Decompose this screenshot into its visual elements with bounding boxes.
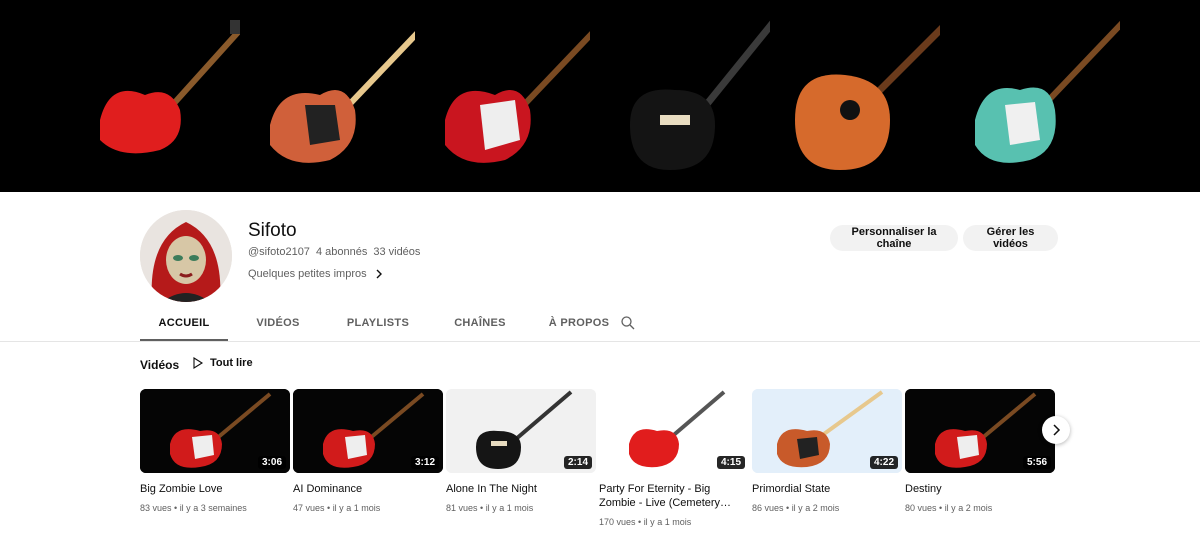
channel-name: Sifoto <box>248 220 297 241</box>
video-duration: 3:12 <box>410 456 439 469</box>
sunburst-guitar-image <box>270 31 415 163</box>
video-card[interactable]: 4:22 Primordial State 86 vues • il y a 2… <box>752 389 902 513</box>
video-views: 80 vues <box>905 503 937 513</box>
video-meta: 83 vues • il y a 3 semaines <box>140 503 247 513</box>
chevron-right-icon <box>376 269 382 279</box>
video-age: il y a 1 mois <box>643 517 692 527</box>
video-meta: 47 vues • il y a 1 mois <box>293 503 381 513</box>
next-videos-button[interactable] <box>1042 416 1070 444</box>
video-meta: 170 vues • il y a 1 mois <box>599 517 692 527</box>
video-card[interactable]: 5:56 Destiny 80 vues • il y a 2 mois <box>905 389 1055 513</box>
video-card[interactable]: 3:06 Big Zombie Love 83 vues • il y a 3 … <box>140 389 290 513</box>
channel-tabs: ACCUEIL VIDÉOS PLAYLISTS CHAÎNES À PROPO… <box>140 305 626 341</box>
video-thumbnail[interactable]: 4:15 <box>599 389 749 473</box>
red-guitar-image <box>100 20 240 154</box>
video-age: il y a 3 semaines <box>179 503 247 513</box>
video-thumbnail[interactable]: 3:12 <box>293 389 443 473</box>
tab-a-propos[interactable]: À PROPOS <box>532 305 626 341</box>
video-duration: 5:56 <box>1022 456 1051 469</box>
video-age: il y a 1 mois <box>485 503 534 513</box>
channel-handle: @sifoto2107 <box>248 246 310 258</box>
video-title[interactable]: Party For Eternity - Big Zombie - Live (… <box>599 482 749 510</box>
manage-videos-button[interactable]: Gérer les vidéos <box>963 225 1058 251</box>
channel-avatar[interactable] <box>140 210 232 302</box>
black-lespaul-image <box>630 20 770 170</box>
tab-playlists[interactable]: PLAYLISTS <box>328 305 428 341</box>
video-duration: 4:22 <box>869 456 898 469</box>
play-all-button[interactable]: Tout lire <box>192 357 253 369</box>
red-strat-image <box>445 31 590 163</box>
video-duration: 2:14 <box>563 456 592 469</box>
video-meta: 86 vues • il y a 2 mois <box>752 503 840 513</box>
video-age: il y a 1 mois <box>332 503 381 513</box>
video-meta: 81 vues • il y a 1 mois <box>446 503 534 513</box>
section-title: Vidéos <box>140 358 180 372</box>
subscriber-count: 4 abonnés <box>315 246 368 258</box>
video-card[interactable]: 4:15 Party For Eternity - Big Zombie - L… <box>599 389 749 527</box>
customize-channel-button[interactable]: Personnaliser la chaîne <box>830 225 958 251</box>
tabs-divider <box>0 341 1200 342</box>
video-views: 83 vues <box>140 503 172 513</box>
teal-guitar-image <box>975 20 1120 163</box>
video-thumbnail[interactable]: 4:22 <box>752 389 902 473</box>
video-title[interactable]: Big Zombie Love <box>140 482 290 496</box>
video-thumbnail[interactable]: 3:06 <box>140 389 290 473</box>
tab-chaines[interactable]: CHAÎNES <box>436 305 524 341</box>
video-title[interactable]: Destiny <box>905 482 1055 496</box>
video-meta: 80 vues • il y a 2 mois <box>905 503 993 513</box>
tab-accueil[interactable]: ACCUEIL <box>140 305 228 341</box>
video-thumbnail[interactable]: 5:56 <box>905 389 1055 473</box>
search-icon[interactable] <box>620 315 636 331</box>
video-count: 33 vidéos <box>373 246 421 258</box>
video-title[interactable]: Primordial State <box>752 482 902 496</box>
video-views: 86 vues <box>752 503 784 513</box>
video-card[interactable]: 3:12 AI Dominance 47 vues • il y a 1 moi… <box>293 389 443 513</box>
video-views: 170 vues <box>599 517 636 527</box>
channel-meta: @sifoto2107 4 abonnés 33 vidéos <box>248 246 420 258</box>
video-age: il y a 2 mois <box>944 503 993 513</box>
chevron-right-icon <box>1053 424 1061 436</box>
play-all-label: Tout lire <box>210 357 253 369</box>
video-duration: 3:06 <box>257 456 286 469</box>
channel-description-text: Quelques petites impros <box>248 268 367 280</box>
video-card[interactable]: 2:14 Alone In The Night 81 vues • il y a… <box>446 389 596 513</box>
play-icon <box>193 357 204 369</box>
video-title[interactable]: AI Dominance <box>293 482 443 496</box>
avatar-image <box>140 210 232 302</box>
tab-videos[interactable]: VIDÉOS <box>236 305 320 341</box>
video-thumbnail[interactable]: 2:14 <box>446 389 596 473</box>
channel-description[interactable]: Quelques petites impros <box>248 268 383 280</box>
video-views: 47 vues <box>293 503 325 513</box>
video-duration: 4:15 <box>716 456 745 469</box>
channel-banner <box>0 0 1200 192</box>
video-age: il y a 2 mois <box>791 503 840 513</box>
video-views: 81 vues <box>446 503 478 513</box>
acoustic-guitar-image <box>795 25 940 170</box>
video-title[interactable]: Alone In The Night <box>446 482 596 496</box>
